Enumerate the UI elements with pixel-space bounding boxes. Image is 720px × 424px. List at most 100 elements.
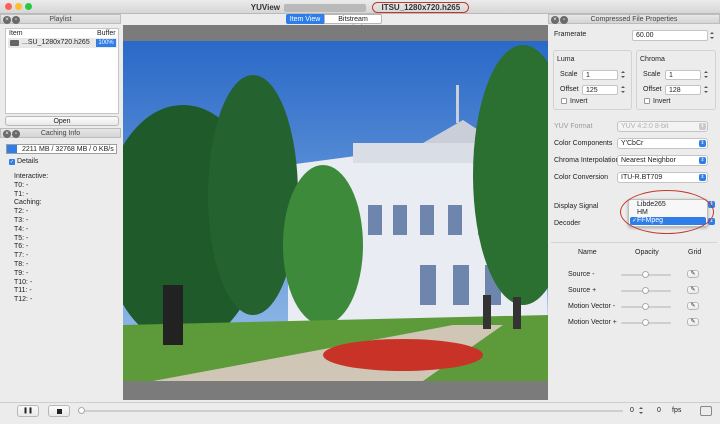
pencil-icon: ✎ xyxy=(690,271,696,277)
chroma-scale-label: Scale xyxy=(643,71,661,78)
overlay-name: Motion Vector - xyxy=(568,303,616,310)
video-frame-image xyxy=(123,41,548,381)
chroma-offset-input[interactable]: 128 xyxy=(665,85,701,95)
luma-scale-stepper[interactable] xyxy=(620,70,626,79)
luma-invert-checkbox[interactable] xyxy=(561,98,567,104)
chroma-offset-stepper[interactable] xyxy=(703,85,709,94)
stop-button[interactable] xyxy=(48,405,70,417)
yuv-format-select[interactable]: YUV 4:2:0 8-bit ⇕ xyxy=(617,121,708,132)
chroma-invert-label: Invert xyxy=(653,98,671,105)
playlist-item-name: ...SU_1280x720.h265 xyxy=(22,39,90,46)
playlist-list[interactable]: Item Buffer ...SU_1280x720.h265 100% xyxy=(5,28,119,114)
details-checkbox[interactable]: ✓ xyxy=(9,159,15,165)
chroma-interpolation-select[interactable]: Nearest Neighbor ⇕ xyxy=(617,155,708,166)
overlay-column-opacity: Opacity xyxy=(635,249,659,256)
fps-value[interactable]: 0 xyxy=(657,407,661,414)
float-icon[interactable]: ▫ xyxy=(12,130,20,138)
framerate-label: Framerate xyxy=(554,31,587,38)
luma-offset-stepper[interactable] xyxy=(620,85,626,94)
pause-button[interactable]: ❚❚ xyxy=(17,405,39,417)
luma-offset-label: Offset xyxy=(560,86,579,93)
cache-line: Interactive: xyxy=(14,173,49,180)
frame-number[interactable]: 0 xyxy=(630,407,634,414)
frame-stepper[interactable] xyxy=(638,406,644,415)
cache-line: T10: - xyxy=(14,278,33,286)
chevron-updown-icon: ⇕ xyxy=(699,140,706,147)
tab-bitstream-analysis[interactable]: Bitstream Analysis xyxy=(324,14,382,32)
display-signal-label: Display Signal xyxy=(554,203,599,210)
opacity-slider-knob[interactable] xyxy=(642,271,649,278)
stop-icon xyxy=(57,409,62,414)
playlist-header: × ▫ Playlist xyxy=(0,14,121,24)
luma-scale-label: Scale xyxy=(560,71,578,78)
cache-usage-bar: 2211 MB / 32768 MB / 0 KB/s xyxy=(6,144,117,154)
overlay-name: Source + xyxy=(568,287,597,294)
chevron-updown-icon: ⇕ xyxy=(699,174,706,181)
column-header-item: Item xyxy=(9,30,23,37)
cache-line: T9: - xyxy=(14,269,29,277)
playlist-item[interactable]: ...SU_1280x720.h265 100% xyxy=(8,38,117,48)
luma-offset-input[interactable]: 125 xyxy=(582,85,618,95)
luma-scale-input[interactable]: 1 xyxy=(582,70,618,80)
tab-item-view[interactable]: Item View xyxy=(286,14,324,24)
yuv-format-label: YUV Format xyxy=(554,123,593,130)
frame-slider-knob[interactable] xyxy=(78,407,85,414)
framerate-input[interactable]: 60.00 xyxy=(632,30,708,41)
grid-edit-button[interactable]: ✎ xyxy=(687,286,699,294)
title-bar: YUView ITSU_1280x720.h265 xyxy=(0,0,720,14)
color-conversion-label: Color Conversion xyxy=(554,174,609,181)
properties-header: × ▫ Compressed File Properties xyxy=(548,14,720,24)
frame-slider[interactable] xyxy=(78,410,623,412)
overlay-row: Source + ✎ xyxy=(551,285,717,297)
framerate-stepper[interactable] xyxy=(709,31,715,40)
color-components-select[interactable]: Y'CbCr ⇕ xyxy=(617,138,708,149)
cache-line: T6: - xyxy=(14,243,29,251)
float-icon[interactable]: ▫ xyxy=(560,16,568,24)
caching-info-header: × ▫ Caching Info xyxy=(0,128,121,138)
chevron-updown-icon: ⇕ xyxy=(699,123,706,130)
color-components-value: Y'CbCr xyxy=(621,140,644,147)
playlist-title: Playlist xyxy=(49,16,72,23)
open-button[interactable]: Open xyxy=(5,116,119,126)
cache-line: T12: - xyxy=(14,296,33,304)
yuv-format-value: YUV 4:2:0 8-bit xyxy=(621,123,669,130)
color-conversion-select[interactable]: ITU-R.BT709 ⇕ xyxy=(617,172,708,183)
cache-line: T11: - xyxy=(14,287,32,295)
opacity-slider-knob[interactable] xyxy=(642,303,649,310)
app-name: YUView xyxy=(250,3,280,12)
pencil-icon: ✎ xyxy=(690,319,696,325)
close-icon[interactable]: × xyxy=(551,16,559,24)
chroma-invert-checkbox[interactable] xyxy=(644,98,650,104)
chroma-title: Chroma xyxy=(640,56,665,63)
cache-line: T3: - xyxy=(14,216,29,224)
chroma-scale-stepper[interactable] xyxy=(703,70,709,79)
playback-bar xyxy=(0,402,720,424)
chroma-interpolation-label: Chroma Interpolation xyxy=(554,157,620,164)
divider xyxy=(551,242,717,243)
cache-line: T2: - xyxy=(14,208,29,216)
grid-edit-button[interactable]: ✎ xyxy=(687,318,699,326)
close-icon[interactable]: × xyxy=(3,16,11,24)
luma-title: Luma xyxy=(557,56,575,63)
repeat-mode-icon[interactable] xyxy=(700,406,712,416)
cache-usage-text: 2211 MB / 32768 MB / 0 KB/s xyxy=(22,146,114,153)
grid-edit-button[interactable]: ✎ xyxy=(687,270,699,278)
fps-label: fps xyxy=(672,407,682,414)
cache-line: T0: - xyxy=(14,181,29,189)
caching-info-title: Caching Info xyxy=(40,130,81,137)
float-icon[interactable]: ▫ xyxy=(12,16,20,24)
pencil-icon: ✎ xyxy=(690,303,696,309)
details-label: Details xyxy=(17,158,39,165)
overlay-column-grid: Grid xyxy=(688,249,702,256)
properties-title: Compressed File Properties xyxy=(590,16,678,23)
window-title: YUView ITSU_1280x720.h265 xyxy=(0,2,720,13)
close-icon[interactable]: × xyxy=(3,130,11,138)
buffer-progress: 100% xyxy=(96,39,116,47)
grid-edit-button[interactable]: ✎ xyxy=(687,302,699,310)
chroma-offset-label: Offset xyxy=(643,86,662,93)
opacity-slider-knob[interactable] xyxy=(642,319,649,326)
color-components-label: Color Components xyxy=(554,140,613,147)
video-view-area[interactable] xyxy=(123,25,548,400)
chroma-scale-input[interactable]: 1 xyxy=(665,70,701,80)
opacity-slider-knob[interactable] xyxy=(642,287,649,294)
